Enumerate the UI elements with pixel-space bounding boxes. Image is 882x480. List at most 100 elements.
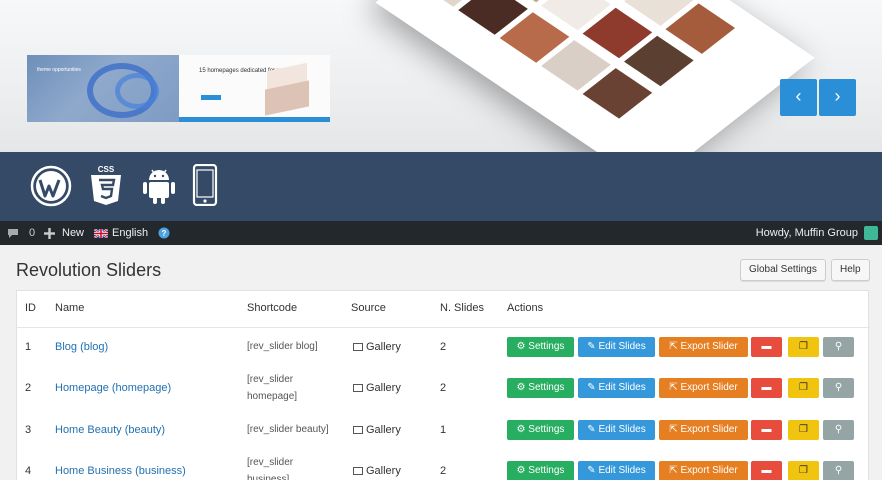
theme-thumbnail-2[interactable]: 15 homepages dedicated for you bbox=[179, 55, 330, 122]
image-icon bbox=[353, 343, 363, 351]
chevron-left-icon: ‹ bbox=[795, 86, 802, 106]
slider-shortcode: [rev_slider bbox=[247, 374, 294, 385]
thumbnail-caption: theme opportunities bbox=[37, 67, 81, 73]
wp-admin-bar: 0 New English ? Howdy, Muffin Group bbox=[0, 221, 882, 245]
duplicate-icon: ❐ bbox=[799, 465, 808, 476]
search-icon: ⚲ bbox=[834, 424, 843, 435]
slider-id: 1 bbox=[25, 341, 32, 353]
help-button[interactable]: Help bbox=[831, 259, 870, 281]
duplicate-button[interactable]: ❐ bbox=[788, 337, 819, 357]
edit-slides-button[interactable]: ✎ Edit Slides bbox=[578, 337, 655, 357]
svg-text:?: ? bbox=[162, 229, 167, 238]
trash-icon: ▬ bbox=[761, 424, 772, 435]
chevron-right-icon: › bbox=[834, 86, 841, 106]
page-title: Revolution Sliders bbox=[16, 260, 162, 280]
plus-icon bbox=[44, 227, 55, 239]
slider-source: Gallery bbox=[353, 424, 401, 436]
svg-text:CSS: CSS bbox=[98, 165, 115, 174]
sliders-table: ID Name Shortcode Source N. Slides Actio… bbox=[16, 290, 870, 480]
hero-banner: theme opportunities 15 homepages dedicat… bbox=[0, 0, 882, 152]
slider-name-link[interactable]: Home Beauty (beauty) bbox=[55, 424, 165, 436]
preview-button[interactable]: ⚲ bbox=[823, 461, 854, 480]
duplicate-button[interactable]: ❐ bbox=[788, 420, 819, 440]
slide-count: 2 bbox=[440, 382, 447, 394]
export-slider-button[interactable]: ⇱ Export Slider bbox=[659, 461, 748, 480]
slide-count: 2 bbox=[440, 465, 447, 477]
column-header-slides: N. Slides bbox=[440, 302, 485, 314]
slider-name-link[interactable]: Home Business (business) bbox=[55, 465, 186, 477]
wordpress-icon bbox=[30, 165, 72, 212]
duplicate-button[interactable]: ❐ bbox=[788, 378, 819, 398]
duplicate-button[interactable]: ❐ bbox=[788, 461, 819, 480]
new-content-menu[interactable]: New bbox=[44, 221, 84, 245]
slide-count: 2 bbox=[440, 341, 447, 353]
language-label: English bbox=[112, 227, 149, 239]
trash-icon: ▬ bbox=[761, 465, 772, 476]
column-header-shortcode: Shortcode bbox=[247, 302, 298, 314]
header-divider bbox=[17, 327, 870, 328]
column-header-source: Source bbox=[351, 302, 386, 314]
slider-id: 3 bbox=[25, 424, 32, 436]
global-settings-button[interactable]: Global Settings bbox=[740, 259, 826, 281]
search-icon: ⚲ bbox=[834, 382, 843, 393]
column-header-id: ID bbox=[25, 302, 36, 314]
settings-button[interactable]: ⚙ Settings bbox=[507, 461, 574, 480]
edit-slides-button[interactable]: ✎ Edit Slides bbox=[578, 378, 655, 398]
swirl-graphic-inner bbox=[115, 73, 159, 109]
slider-shortcode: [rev_slider beauty] bbox=[247, 424, 329, 435]
edit-slides-button[interactable]: ✎ Edit Slides bbox=[578, 461, 655, 480]
image-icon bbox=[353, 384, 363, 392]
trash-icon: ▬ bbox=[761, 382, 772, 393]
settings-button[interactable]: ⚙ Settings bbox=[507, 378, 574, 398]
duplicate-icon: ❐ bbox=[799, 341, 808, 352]
carousel-next-button[interactable]: › bbox=[819, 79, 856, 116]
thumbnail-button bbox=[201, 95, 221, 100]
slide-count: 1 bbox=[440, 424, 447, 436]
css3-icon: CSS bbox=[89, 164, 123, 211]
slider-name-link[interactable]: Blog (blog) bbox=[55, 341, 108, 353]
column-header-actions: Actions bbox=[507, 302, 544, 314]
duplicate-icon: ❐ bbox=[799, 424, 808, 435]
image-icon bbox=[353, 467, 363, 475]
preview-button[interactable]: ⚲ bbox=[823, 420, 854, 440]
preview-button[interactable]: ⚲ bbox=[823, 378, 854, 398]
uk-flag-icon bbox=[94, 228, 108, 238]
delete-button[interactable]: ▬ bbox=[751, 378, 782, 398]
preview-button[interactable]: ⚲ bbox=[823, 337, 854, 357]
slider-source: Gallery bbox=[353, 465, 401, 477]
search-icon: ⚲ bbox=[834, 465, 843, 476]
export-slider-button[interactable]: ⇱ Export Slider bbox=[659, 420, 748, 440]
delete-button[interactable]: ▬ bbox=[751, 420, 782, 440]
new-label: New bbox=[62, 227, 85, 239]
theme-thumbnail-1[interactable]: theme opportunities bbox=[27, 55, 179, 122]
comments-menu[interactable]: 0 bbox=[7, 221, 35, 245]
my-account-menu[interactable]: Howdy, Muffin Group bbox=[756, 221, 858, 245]
settings-button[interactable]: ⚙ Settings bbox=[507, 420, 574, 440]
language-switcher[interactable]: English ? bbox=[94, 221, 170, 245]
website-mockup-image bbox=[375, 0, 815, 152]
avatar[interactable] bbox=[864, 226, 878, 240]
export-slider-button[interactable]: ⇱ Export Slider bbox=[659, 378, 748, 398]
slider-source: Gallery bbox=[353, 341, 401, 353]
mobile-phone-icon bbox=[192, 163, 218, 211]
delete-button[interactable]: ▬ bbox=[751, 461, 782, 480]
slider-shortcode: [rev_slider blog] bbox=[247, 341, 318, 352]
slider-shortcode-line-2: business] bbox=[247, 474, 290, 480]
image-icon bbox=[353, 426, 363, 434]
duplicate-icon: ❐ bbox=[799, 382, 808, 393]
android-icon bbox=[142, 166, 176, 211]
slider-id: 4 bbox=[25, 465, 32, 477]
delete-button[interactable]: ▬ bbox=[751, 337, 782, 357]
slider-source: Gallery bbox=[353, 382, 401, 394]
carousel-prev-button[interactable]: ‹ bbox=[780, 79, 817, 116]
slider-id: 2 bbox=[25, 382, 32, 394]
help-icon[interactable]: ? bbox=[158, 227, 170, 239]
edit-slides-button[interactable]: ✎ Edit Slides bbox=[578, 420, 655, 440]
export-slider-button[interactable]: ⇱ Export Slider bbox=[659, 337, 748, 357]
slider-name-link[interactable]: Homepage (homepage) bbox=[55, 382, 171, 394]
comments-count: 0 bbox=[29, 227, 36, 239]
slider-shortcode-line-2: homepage] bbox=[247, 391, 298, 402]
column-header-name: Name bbox=[55, 302, 85, 314]
settings-button[interactable]: ⚙ Settings bbox=[507, 337, 574, 357]
comment-icon bbox=[8, 229, 18, 238]
